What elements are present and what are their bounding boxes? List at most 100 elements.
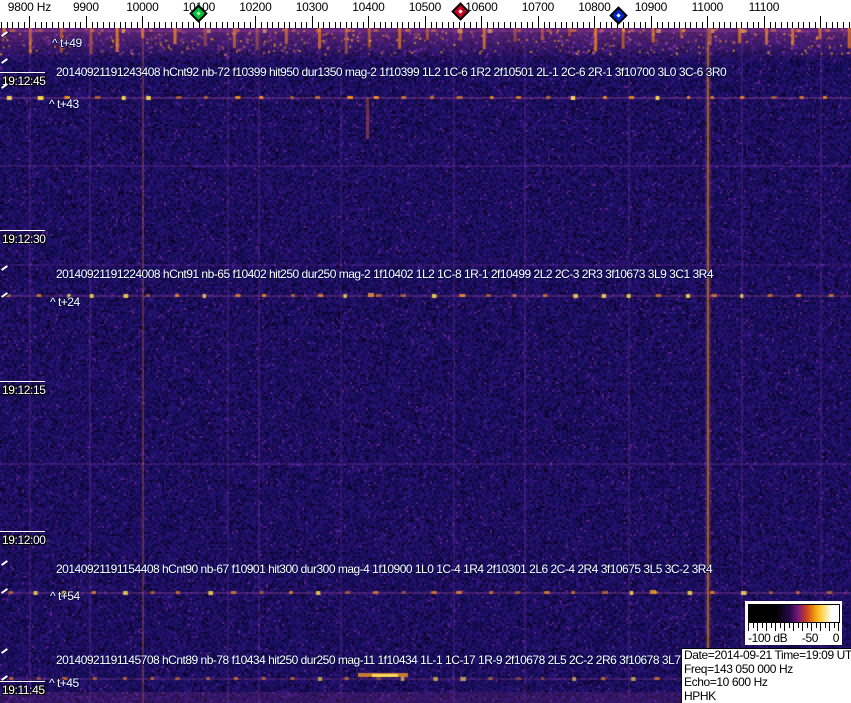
freq-tick	[289, 22, 290, 28]
freq-tick	[572, 22, 573, 28]
freq-tick	[92, 22, 93, 28]
freq-tick	[815, 22, 816, 28]
freq-tick	[318, 22, 319, 28]
marker-diamond-core	[458, 9, 462, 13]
freq-tick	[448, 22, 449, 28]
event-annotation: 20140921191243408 hCnt92 nb-72 f10399 hi…	[56, 65, 726, 79]
freq-tick	[583, 22, 584, 28]
freq-label-10200: 10200	[239, 0, 271, 14]
freq-tick	[747, 22, 748, 28]
event-annotation: 20140921191145708 hCnt89 nb-78 f10434 hi…	[56, 653, 689, 667]
freq-tick	[803, 22, 804, 28]
freq-tick	[781, 22, 782, 28]
freq-tick	[312, 16, 313, 28]
freq-tick	[498, 22, 499, 28]
freq-tick	[385, 22, 386, 28]
freq-tick	[323, 22, 324, 28]
freq-tick	[29, 16, 30, 28]
event-time-marker: ^ t+45	[49, 676, 79, 690]
freq-tick	[645, 22, 646, 28]
freq-tick	[561, 22, 562, 28]
freq-label-10700: 10700	[522, 0, 554, 14]
freq-tick	[97, 22, 98, 28]
freq-tick	[154, 22, 155, 28]
freq-tick	[182, 22, 183, 28]
freq-tick	[770, 22, 771, 28]
freq-tick	[368, 16, 369, 28]
freq-label-9900: 9900	[73, 0, 99, 14]
freq-tick	[651, 16, 652, 28]
freq-tick	[719, 22, 720, 28]
freq-tick	[340, 22, 341, 28]
freq-tick	[261, 22, 262, 28]
freq-tick	[493, 22, 494, 28]
freq-tick	[820, 16, 821, 28]
freq-tick	[775, 22, 776, 28]
freq-tick	[544, 22, 545, 28]
freq-tick	[685, 22, 686, 28]
freq-tick	[826, 22, 827, 28]
freq-tick	[46, 22, 47, 28]
freq-tick	[391, 22, 392, 28]
freq-tick	[278, 22, 279, 28]
freq-tick	[250, 22, 251, 28]
freq-tick	[470, 22, 471, 28]
event-annotation: 20140921191154408 hCnt90 nb-67 f10901 hi…	[56, 562, 712, 576]
freq-tick	[1, 22, 2, 28]
freq-tick	[600, 22, 601, 28]
colorbar-label-max: 0	[833, 631, 839, 645]
event-time-marker: ^ t+49	[52, 36, 82, 50]
freq-tick	[702, 22, 703, 28]
time-label: 19:11:45	[2, 683, 45, 697]
freq-tick	[272, 22, 273, 28]
freq-tick	[566, 22, 567, 28]
info-echo-line: Echo=10 600 Hz	[684, 676, 849, 690]
freq-tick	[86, 16, 87, 28]
freq-tick	[329, 22, 330, 28]
freq-tick	[690, 22, 691, 28]
freq-label-10600: 10600	[465, 0, 497, 14]
freq-tick	[640, 22, 641, 28]
freq-tick	[351, 22, 352, 28]
freq-tick	[442, 22, 443, 28]
freq-tick	[58, 22, 59, 28]
spectrogram-canvas[interactable]	[0, 28, 851, 703]
time-tick	[0, 681, 45, 682]
colorbar-labels: -100 dB -50 0	[745, 631, 842, 645]
freq-tick	[538, 16, 539, 28]
freq-tick	[843, 22, 844, 28]
freq-tick	[176, 22, 177, 28]
freq-tick	[131, 22, 132, 28]
info-freq-line: Freq=143 050 000 Hz	[684, 663, 849, 677]
freq-tick	[35, 22, 36, 28]
freq-tick	[233, 22, 234, 28]
colorbar-gradient	[748, 604, 840, 623]
time-label: 19:12:15	[2, 383, 46, 397]
freq-tick	[679, 22, 680, 28]
frequency-ruler[interactable]: 9800 Hz990010000101001020010300104001050…	[0, 0, 851, 28]
freq-tick	[696, 22, 697, 28]
freq-tick	[52, 22, 53, 28]
freq-tick	[549, 22, 550, 28]
freq-label-11100: 11100	[749, 0, 780, 14]
freq-tick	[402, 22, 403, 28]
info-station-line: HPHK	[684, 690, 849, 703]
freq-tick	[532, 22, 533, 28]
freq-tick	[736, 22, 737, 28]
freq-tick	[255, 16, 256, 28]
freq-tick	[301, 22, 302, 28]
freq-tick	[634, 22, 635, 28]
freq-tick	[837, 22, 838, 28]
freq-tick	[216, 22, 217, 28]
freq-tick	[577, 22, 578, 28]
freq-tick	[787, 22, 788, 28]
freq-tick	[397, 22, 398, 28]
freq-tick	[346, 22, 347, 28]
freq-tick	[12, 22, 13, 28]
freq-tick	[628, 22, 629, 28]
freq-tick	[227, 22, 228, 28]
freq-tick	[724, 22, 725, 28]
freq-tick	[335, 22, 336, 28]
freq-tick	[594, 16, 595, 28]
freq-tick	[284, 22, 285, 28]
